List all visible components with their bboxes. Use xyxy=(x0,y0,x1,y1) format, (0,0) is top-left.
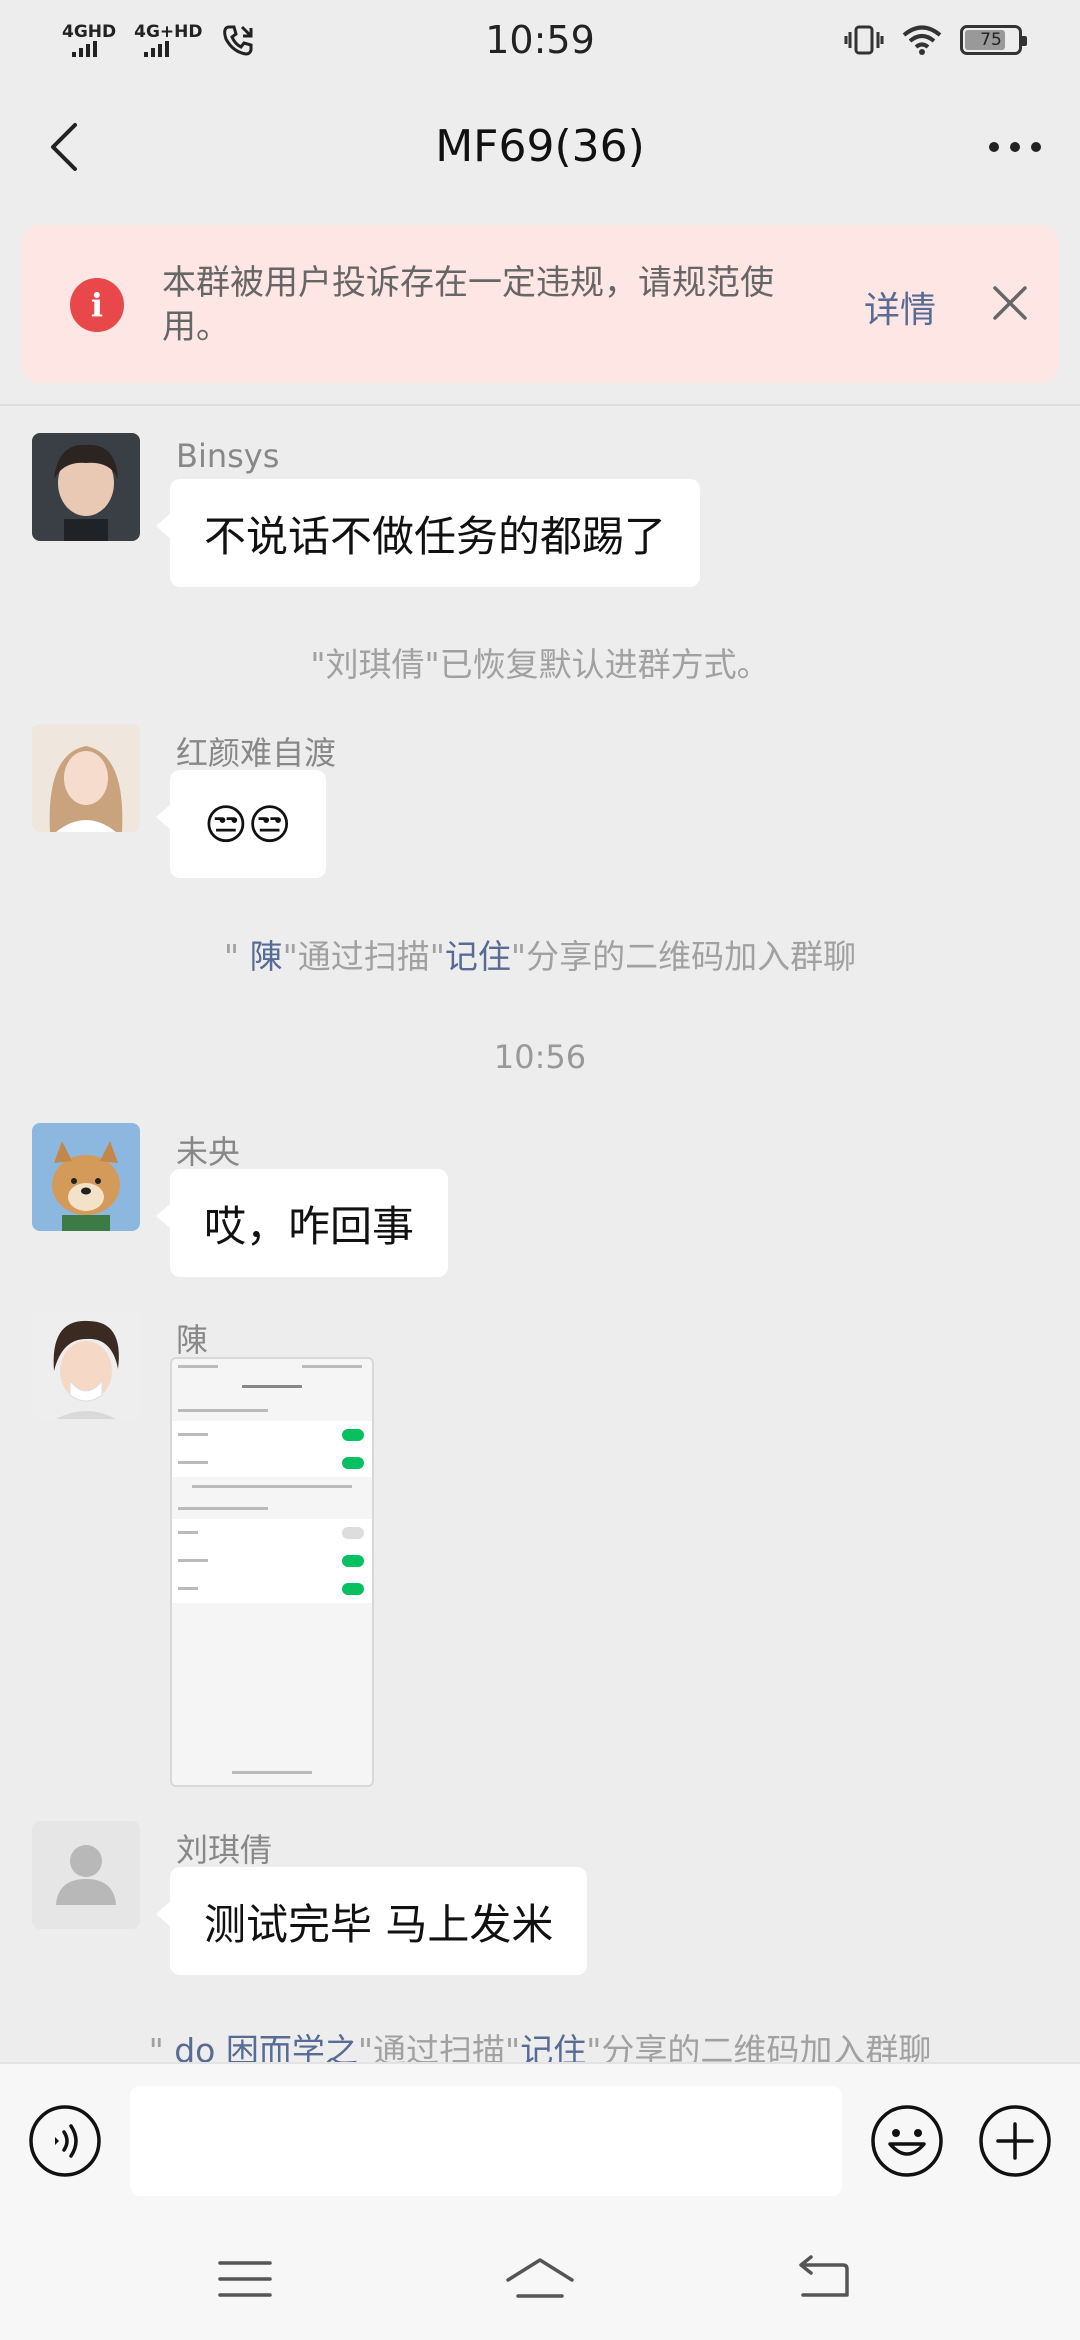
notice-text: 本群被用户投诉存在一定违规，请规范使用。 xyxy=(162,263,774,347)
emoji-icon xyxy=(871,2105,943,2177)
return-icon xyxy=(799,2255,849,2297)
more-functions-button[interactable] xyxy=(978,2104,1052,2178)
menu-button[interactable] xyxy=(200,2244,290,2314)
home-button[interactable] xyxy=(495,2244,585,2314)
chat-input-bar xyxy=(0,2062,1080,2218)
more-dots-icon xyxy=(989,142,1041,152)
image-message-thumbnail[interactable] xyxy=(170,1357,374,1787)
system-navigation-bar xyxy=(0,2218,1080,2340)
system-text: "分享的二维码加入群聊 xyxy=(510,937,857,976)
voice-input-button[interactable] xyxy=(28,2104,102,2178)
chat-title: MF69(36) xyxy=(435,120,645,172)
emoji-button[interactable] xyxy=(870,2104,944,2178)
chat-header: MF69(36) xyxy=(0,80,1080,212)
voice-icon xyxy=(29,2105,101,2177)
sender-name: 红颜难自渡 xyxy=(176,734,337,772)
sender-name: 刘琪倩 xyxy=(176,1831,273,1869)
system-message: " 陳"通过扫描"记住"分享的二维码加入群聊 xyxy=(0,930,1080,978)
close-icon xyxy=(993,286,1027,320)
message-bubble[interactable]: 哎，咋回事 xyxy=(155,1169,449,1277)
avatar[interactable] xyxy=(32,724,140,832)
back-arrow-icon xyxy=(51,123,77,171)
home-icon xyxy=(506,2258,574,2298)
avatar[interactable] xyxy=(32,1821,140,1929)
user-link[interactable]: 陳 xyxy=(250,937,283,976)
status-time: 10:59 xyxy=(485,18,595,62)
battery-level: 75 xyxy=(980,30,1002,50)
battery-icon: 75 xyxy=(960,25,1027,55)
user-link[interactable]: 记住 xyxy=(445,937,511,976)
sender-name: 陳 xyxy=(176,1321,209,1359)
time-divider: 10:56 xyxy=(493,1038,587,1076)
violation-notice-banner: i 本群被用户投诉存在一定违规，请规范使用。 详情 xyxy=(22,225,1058,383)
system-message: "刘琪倩"已恢复默认进群方式。 xyxy=(310,645,770,684)
back-nav-button[interactable] xyxy=(778,2244,868,2314)
warning-icon: i xyxy=(70,278,124,332)
back-button[interactable] xyxy=(30,112,100,182)
avatar[interactable] xyxy=(32,1311,140,1419)
menu-icon xyxy=(218,2261,272,2297)
status-bar: 4GHD 4G+HD 10:59 75 xyxy=(0,0,1080,80)
system-text: " xyxy=(223,937,250,976)
sender-name: 未央 xyxy=(176,1133,241,1171)
sender-name: Binsys xyxy=(176,437,280,475)
avatar[interactable] xyxy=(32,1123,140,1231)
notice-detail-link[interactable]: 详情 xyxy=(864,281,936,333)
notice-close-button[interactable] xyxy=(982,275,1038,331)
divider xyxy=(0,404,1080,406)
message-bubble[interactable]: 测试完毕 马上发米 xyxy=(155,1867,588,1975)
message-bubble[interactable]: 😒😒 xyxy=(156,770,326,878)
avatar[interactable] xyxy=(32,433,140,541)
system-text: "通过扫描" xyxy=(282,937,445,976)
more-button[interactable] xyxy=(980,112,1050,182)
message-input[interactable] xyxy=(130,2086,842,2196)
message-bubble[interactable]: 不说话不做任务的都踢了 xyxy=(155,479,701,587)
plus-icon xyxy=(979,2105,1051,2177)
